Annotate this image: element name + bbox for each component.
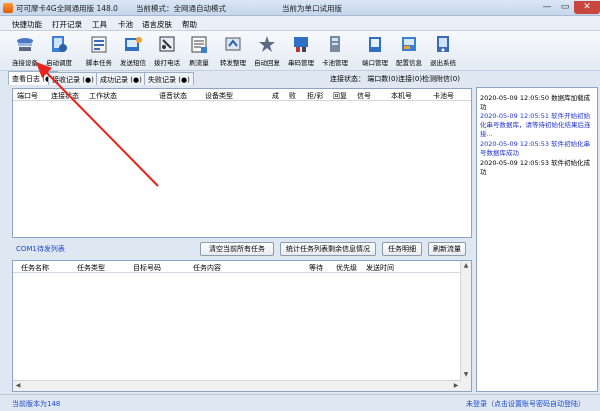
column-header[interactable]: 信号 [357,91,371,101]
task-table-vscroll[interactable]: ▲ ▼ [460,261,471,391]
menu-bar: 快捷功能 打开记录 工具 卡池 语言皮肤 帮助 [0,16,600,31]
close-icon[interactable]: ✕ [574,1,600,14]
task-stats-button[interactable]: 统计任务列表剩余信息情况 [280,242,376,256]
log-entry: 2020-05-09 12:05:51 软件开始初始化串号数据库，请等待初始化结… [480,112,591,138]
column-header[interactable]: 发送时间 [366,263,394,273]
column-header[interactable]: 目标号码 [133,263,161,273]
title-bar: 可可摩卡4G全网通用版 148.0 当前模式：全网通自动模式 当前为单口试用版 … [0,0,600,16]
script-task-icon [91,36,107,53]
card-pool-icon [330,36,340,52]
column-header[interactable]: 卡池号 [433,91,454,101]
column-header[interactable]: 工作状态 [89,91,117,101]
menu-help[interactable]: 帮助 [182,19,197,30]
scroll-down-icon[interactable]: ▼ [461,370,471,380]
auto-reply-button[interactable]: 自动回复 [250,33,284,70]
column-header[interactable]: 任务类型 [77,263,105,273]
exit-icon [437,36,449,52]
config-icon [402,37,416,51]
column-header[interactable]: 败 [289,91,296,101]
log-entry: 2020-05-09 12:05:53 软件初始化成功 [480,159,591,176]
config-button[interactable]: 配置信息 [392,33,426,70]
task-table-hscroll[interactable]: ◀ ▶ [13,380,461,391]
connection-status: 连接状态： 端口数(0)连接(0)检测附信(0) [330,75,460,83]
scroll-up-icon[interactable]: ▲ [461,261,471,271]
script-task-button[interactable]: 脚本任务 [82,33,116,70]
refresh-traffic-button[interactable]: 刷流量 [182,33,216,70]
menu-card-pool[interactable]: 卡池 [118,19,133,30]
scroll-left-icon[interactable]: ◀ [13,381,23,391]
column-header[interactable]: 端口号 [17,91,38,101]
device-table[interactable]: 端口号 连接状态 工作状态 语音状态 设备类型 成 败 拒/彩 回复 信号 本机… [12,88,472,238]
task-table[interactable]: 任务名称 任务类型 目标号码 任务内容 等待 优先级 发送时间 ▲ ▼ ◀ ▶ [12,260,472,392]
log-panel[interactable]: 2020-05-09 12:05:50 数据库加载成功 2020-05-09 1… [476,87,598,392]
login-status-link[interactable]: 未登录（点击设置账号密码自动登陆） [466,399,585,409]
column-header[interactable]: 语音状态 [159,91,187,101]
tab-row: 查看日志 (●) 接收记录 (●) 成功记录 (●) 失败记录 (●) 连接状态… [0,71,600,85]
connect-device-button[interactable]: 连接设备 [8,33,42,70]
com-task-bar: COM1待发列表 清空当前所有任务 统计任务列表剩余信息情况 任务明细 刷新流量 [12,240,472,258]
forward-icon [225,37,241,51]
connect-device-icon [17,38,33,51]
tab-receive-records[interactable]: 接收记录 (●) [48,72,98,85]
tab-success-records[interactable]: 成功记录 (●) [96,72,146,85]
status-bar: 当前版本为148 未登录（点击设置账号密码自动登陆） [0,394,600,411]
dial-phone-icon [159,36,175,52]
column-header[interactable]: 拒/彩 [307,91,323,101]
column-header[interactable]: 任务内容 [193,263,221,273]
version-note: 当前为单口试用版 [282,4,342,13]
menu-language-skin[interactable]: 语言皮肤 [142,19,172,30]
tab-failure-records[interactable]: 失败记录 (●) [144,72,194,85]
scroll-right-icon[interactable]: ▶ [451,381,461,391]
port-manage-button[interactable]: 端口管理 [358,33,392,70]
menu-open-records[interactable]: 打开记录 [52,19,82,30]
imei-manage-icon [294,37,308,52]
auto-reply-icon [259,36,275,52]
column-header[interactable]: 任务名称 [21,263,49,273]
column-header[interactable]: 优先级 [336,263,357,273]
column-header[interactable]: 成 [272,91,279,101]
send-sms-icon [125,37,142,51]
port-manage-icon [369,37,381,52]
minimize-icon[interactable]: — [538,1,556,14]
column-header[interactable]: 回复 [333,91,347,101]
imei-manage-button[interactable]: 串码管理 [284,33,318,70]
column-header[interactable]: 本机号 [391,91,412,101]
app-title: 可可摩卡4G全网通用版 148.0 [16,4,118,13]
column-header[interactable]: 设备类型 [205,91,233,101]
log-entry: 2020-05-09 12:05:53 软件初始化串号数据库成功 [480,140,591,157]
refresh-traffic-small-button[interactable]: 刷新流量 [428,242,466,256]
column-header[interactable]: 连接状态 [51,91,79,101]
dial-phone-button[interactable]: 拨打电话 [150,33,184,70]
version-status: 当前版本为148 [12,400,61,408]
start-schedule-button[interactable]: 启动调度 [42,33,76,70]
clear-all-tasks-button[interactable]: 清空当前所有任务 [200,242,274,256]
refresh-traffic-icon [191,36,207,53]
forward-button[interactable]: 转发整理 [216,33,250,70]
send-sms-button[interactable]: 发送短信 [116,33,150,70]
com-queue-label: COM1待发列表 [16,245,65,253]
exit-button[interactable]: 退出系统 [426,33,460,70]
card-pool-button[interactable]: 卡池管理 [318,33,352,70]
mode-label: 当前模式：全网通自动模式 [136,4,226,13]
log-entry: 2020-05-09 12:05:50 数据库加载成功 [480,94,591,111]
menu-tools[interactable]: 工具 [92,19,107,30]
task-details-button[interactable]: 任务明细 [382,242,422,256]
start-schedule-icon [52,36,67,52]
toolbar: 连接设备 启动调度 脚本任务 发送短信 拨打电话 刷流量 转发整理 自动回复 串… [0,31,600,71]
column-header[interactable]: 等待 [309,263,323,273]
app-icon [3,3,13,13]
maximize-icon[interactable]: ▭ [556,1,574,14]
menu-quick[interactable]: 快捷功能 [12,19,42,30]
